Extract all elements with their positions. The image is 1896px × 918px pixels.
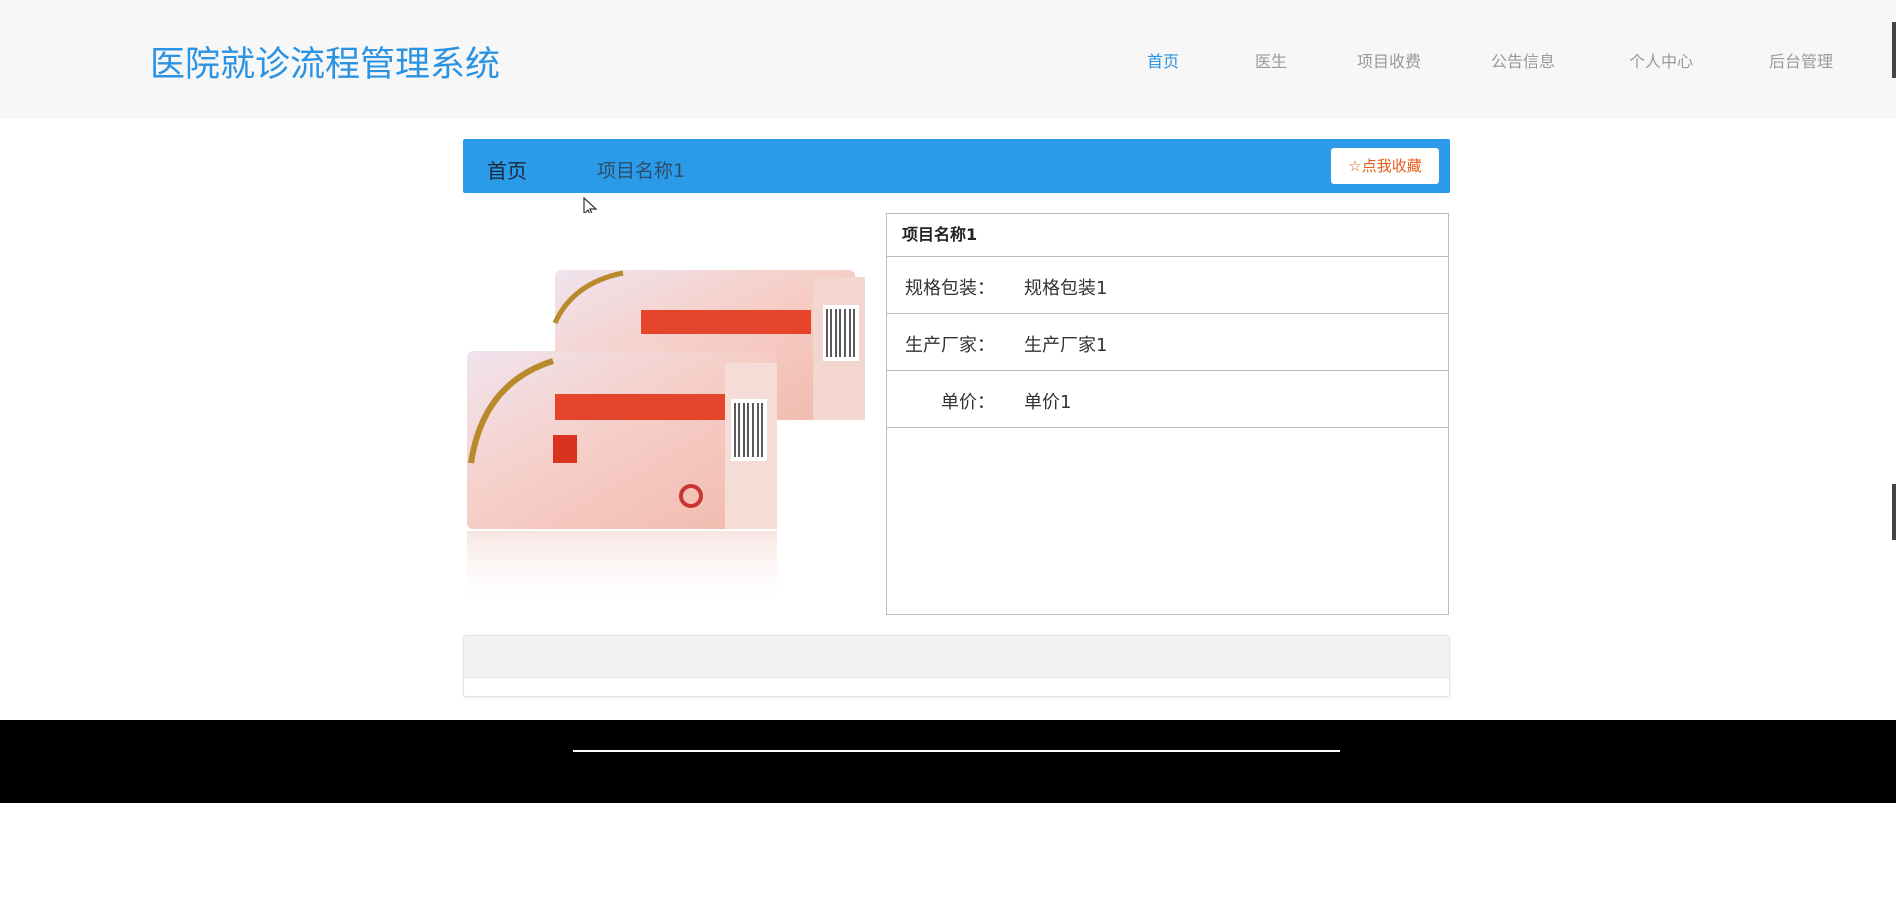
nav-announcements[interactable]: 公告信息	[1491, 48, 1555, 72]
manufacturer-value: 生产厂家1	[1024, 335, 1108, 356]
breadcrumb: 首页 项目名称1 ☆点我收藏	[463, 139, 1450, 193]
info-row-spec: 规格包装： 规格包装1	[887, 257, 1448, 314]
manufacturer-label: 生产厂家：	[905, 335, 995, 356]
nav-project-fees[interactable]: 项目收费	[1357, 48, 1421, 72]
footer-divider	[573, 750, 1340, 752]
breadcrumb-current: 项目名称1	[597, 160, 686, 182]
nav-personal-center[interactable]: 个人中心	[1629, 48, 1693, 72]
spec-value: 规格包装1	[1024, 278, 1108, 299]
breadcrumb-home[interactable]: 首页	[487, 155, 527, 184]
scroll-edge-marker-lower	[1892, 484, 1896, 540]
favorite-label: 点我收藏	[1361, 157, 1422, 175]
scroll-edge-marker	[1892, 22, 1896, 78]
site-logo[interactable]: 医院就诊流程管理系统	[150, 36, 500, 87]
page-footer	[0, 720, 1896, 803]
product-title: 项目名称1	[887, 214, 1448, 257]
top-header: 医院就诊流程管理系统 首页 医生 项目收费 公告信息 个人中心 后台管理	[0, 0, 1896, 118]
nav-home[interactable]: 首页	[1147, 48, 1179, 72]
price-value: 单价1	[1024, 392, 1072, 413]
nav-admin[interactable]: 后台管理	[1769, 48, 1833, 72]
product-image	[463, 213, 866, 615]
detail-panel-header	[464, 636, 1449, 678]
spec-label: 规格包装：	[905, 278, 995, 299]
info-row-price: 单价： 单价1	[887, 371, 1448, 428]
price-label: 单价：	[941, 392, 995, 413]
nav-doctor[interactable]: 医生	[1255, 48, 1287, 72]
favorite-button[interactable]: ☆点我收藏	[1331, 148, 1439, 184]
info-row-manufacturer: 生产厂家： 生产厂家1	[887, 314, 1448, 371]
product-info-table: 项目名称1 规格包装： 规格包装1 生产厂家： 生产厂家1 单价： 单价1	[886, 213, 1449, 615]
detail-panel	[463, 635, 1450, 697]
star-icon: ☆	[1348, 157, 1362, 175]
